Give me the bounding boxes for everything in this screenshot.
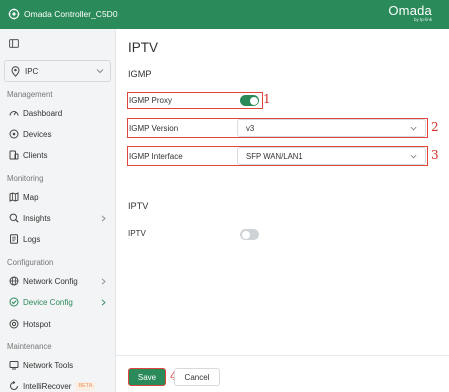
dashboard-icon bbox=[9, 111, 19, 116]
main-content: IPTV IGMP IGMP Proxy 1 IGMP Version v3 2… bbox=[116, 29, 449, 392]
clients-icon bbox=[9, 150, 19, 160]
sidebar-item-clients[interactable]: Clients bbox=[0, 145, 115, 165]
toggle-knob bbox=[249, 96, 258, 105]
save-button[interactable]: Save bbox=[128, 368, 166, 386]
sidebar-item-label: Device Config bbox=[23, 298, 73, 307]
igmp-interface-label: IGMP Interface bbox=[129, 152, 183, 161]
sidebar-item-label: Network Config bbox=[23, 277, 78, 286]
sidebar-item-device-config[interactable]: Device Config bbox=[0, 292, 115, 312]
sidebar-item-label: Clients bbox=[23, 151, 48, 160]
chevron-down-icon bbox=[410, 126, 417, 131]
cancel-button[interactable]: Cancel bbox=[174, 368, 220, 386]
section-maintenance: Maintenance bbox=[7, 342, 52, 351]
sidebar-collapse-icon[interactable] bbox=[9, 39, 19, 48]
tools-icon bbox=[9, 361, 19, 370]
top-bar: Omada Controller_C5D0 Omada by tp-link bbox=[0, 0, 449, 29]
sidebar-item-label: Logs bbox=[23, 235, 41, 244]
igmp-version-label: IGMP Version bbox=[129, 124, 179, 133]
chevron-down-icon bbox=[96, 69, 104, 74]
sidebar-item-label: Map bbox=[23, 193, 39, 202]
page-title: IPTV bbox=[128, 40, 159, 55]
sidebar-item-label: Hotspot bbox=[23, 320, 51, 329]
intellirecover-label: IntelliRecover bbox=[23, 382, 72, 391]
insights-icon bbox=[9, 213, 19, 223]
hotspot-icon bbox=[9, 319, 19, 329]
igmp-interface-value: SFP WAN/LAN1 bbox=[246, 152, 303, 161]
form-footer: Save 4 Cancel bbox=[116, 355, 449, 392]
map-icon bbox=[9, 192, 19, 202]
site-name: IPC bbox=[25, 67, 39, 76]
device-config-icon bbox=[9, 297, 19, 307]
globe-icon bbox=[9, 276, 19, 286]
iptv-label: IPTV bbox=[128, 229, 146, 238]
chevron-down-icon bbox=[410, 154, 417, 159]
sidebar: IPC Management Dashboard Devices Clients… bbox=[0, 29, 116, 392]
section-configuration: Configuration bbox=[7, 258, 54, 267]
sidebar-item-hotspot[interactable]: Hotspot bbox=[0, 314, 115, 334]
chevron-right-icon bbox=[101, 215, 106, 222]
sidebar-item-label: Insights bbox=[23, 214, 51, 223]
omada-logo-icon bbox=[8, 8, 20, 20]
iptv-toggle[interactable] bbox=[240, 229, 259, 240]
igmp-version-select[interactable]: v3 bbox=[237, 119, 426, 137]
sidebar-item-logs[interactable]: Logs bbox=[0, 229, 115, 249]
chevron-right-icon bbox=[101, 278, 106, 285]
sidebar-item-label: Network Tools bbox=[23, 361, 74, 370]
sidebar-item-label: Devices bbox=[23, 130, 52, 139]
logs-icon bbox=[10, 234, 18, 244]
beta-badge: BETA bbox=[75, 382, 96, 392]
igmp-proxy-toggle[interactable] bbox=[240, 95, 259, 106]
sidebar-item-network-config[interactable]: Network Config bbox=[0, 271, 115, 291]
toggle-knob bbox=[241, 230, 250, 239]
app-title[interactable]: Omada Controller_C5D0 bbox=[24, 9, 118, 19]
sidebar-item-insights[interactable]: Insights bbox=[0, 208, 115, 228]
callout-3: 3 bbox=[431, 148, 439, 162]
callout-1: 1 bbox=[263, 92, 271, 106]
igmp-version-value: v3 bbox=[246, 124, 255, 133]
igmp-proxy-label: IGMP Proxy bbox=[129, 96, 172, 105]
chevron-right-icon bbox=[101, 299, 106, 306]
brand-name: Omada bbox=[388, 3, 432, 18]
callout-2: 2 bbox=[431, 120, 439, 134]
sidebar-item-dashboard[interactable]: Dashboard bbox=[0, 103, 115, 123]
sidebar-item-map[interactable]: Map bbox=[0, 187, 115, 207]
section-monitoring: Monitoring bbox=[7, 174, 44, 183]
igmp-interface-select[interactable]: SFP WAN/LAN1 bbox=[237, 147, 426, 165]
site-selector[interactable]: IPC bbox=[4, 60, 111, 82]
iptv-section-title: IPTV bbox=[128, 201, 149, 211]
sidebar-item-label: IntelliRecover BETA bbox=[23, 382, 96, 392]
intellirecover-icon bbox=[10, 381, 18, 390]
location-pin-icon bbox=[11, 66, 20, 77]
sidebar-item-devices[interactable]: Devices bbox=[0, 124, 115, 144]
sidebar-item-network-tools[interactable]: Network Tools bbox=[0, 355, 115, 375]
igmp-section-title: IGMP bbox=[128, 69, 152, 79]
sidebar-item-intellirecover[interactable]: IntelliRecover BETA bbox=[0, 376, 115, 392]
section-management: Management bbox=[7, 90, 53, 99]
sidebar-item-label: Dashboard bbox=[23, 109, 63, 118]
devices-icon bbox=[9, 129, 19, 139]
brand-logo: Omada by tp-link bbox=[388, 3, 432, 22]
